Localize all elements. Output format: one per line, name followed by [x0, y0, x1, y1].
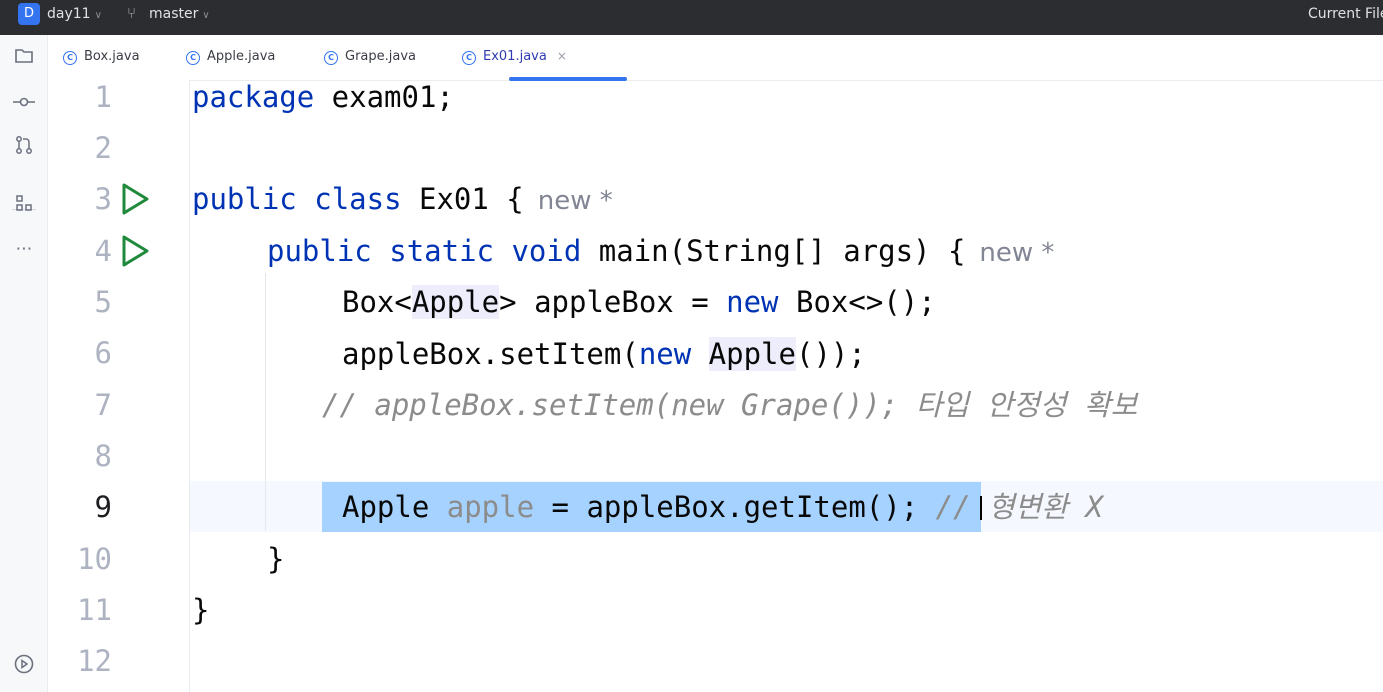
pull-request-icon[interactable]	[12, 135, 36, 159]
comment: // appleBox.setItem(new Grape()); 타입 안정성…	[322, 388, 1138, 422]
code-text: }	[267, 542, 285, 576]
author-hint[interactable]: new *	[538, 186, 613, 216]
author-hint[interactable]: new *	[979, 238, 1054, 268]
code-text: }	[192, 593, 210, 627]
chevron-down-icon: ∨	[202, 10, 210, 21]
tab-label: Box.java	[84, 49, 140, 64]
project-badge[interactable]: D	[18, 3, 40, 25]
editor-tabs: C Box.java C Apple.java C Grape.java C Ex01.…	[48, 35, 1383, 81]
run-icon[interactable]	[120, 234, 150, 268]
keyword: new	[726, 285, 779, 319]
line-number: 8	[94, 439, 112, 473]
branch-icon: ⑂	[127, 4, 137, 22]
branch-name: master	[149, 6, 199, 22]
tab-box-java[interactable]: C Box.java	[63, 49, 140, 73]
highlighted-usage: Apple	[708, 337, 796, 371]
code-text: appleBox.setItem(	[342, 337, 639, 371]
line-number: 10	[77, 542, 112, 576]
code-line-1[interactable]: package exam01;	[192, 77, 454, 117]
tab-label: Apple.java	[207, 49, 276, 64]
keyword: public	[192, 182, 297, 216]
code-line-7[interactable]: // appleBox.setItem(new Grape()); 타입 안정성…	[322, 385, 1137, 425]
code-text: > appleBox =	[499, 285, 727, 319]
text-caret	[980, 496, 982, 520]
code-text: main(String[] args) {	[581, 234, 966, 268]
close-icon[interactable]: ×	[557, 49, 567, 63]
line-number: 6	[94, 336, 112, 370]
class-icon: C	[186, 51, 200, 65]
tab-label: Grape.java	[345, 49, 417, 64]
line-number: 4	[94, 234, 112, 268]
branch-switcher[interactable]: master ∨	[149, 6, 210, 22]
active-tab-indicator	[509, 77, 627, 81]
project-switcher[interactable]: day11 ∨	[47, 6, 102, 22]
unused-variable: apple	[446, 490, 535, 524]
line-number: 3	[94, 182, 112, 216]
line-number: 12	[77, 644, 112, 678]
highlighted-usage: Apple	[411, 285, 500, 319]
tab-grape-java[interactable]: C Grape.java	[324, 49, 416, 73]
keyword: static	[389, 234, 494, 268]
indent-guide	[265, 273, 266, 531]
keyword: void	[511, 234, 582, 268]
keyword: new	[638, 337, 692, 371]
line-number: 9	[94, 490, 112, 524]
commit-icon[interactable]	[12, 91, 36, 115]
run-configuration-selector[interactable]: Current File	[1308, 6, 1383, 22]
keyword: class	[314, 182, 402, 216]
code-line-10[interactable]: }	[267, 539, 284, 579]
code-line-5[interactable]: Box<Apple> appleBox = new Box<>();	[342, 282, 936, 322]
tab-ex01-java[interactable]: C Ex01.java ×	[462, 49, 567, 73]
run-icon[interactable]	[120, 182, 150, 216]
comment: // 형변환 X	[935, 490, 1103, 524]
code-text: Ex01 {	[401, 182, 524, 216]
code-text: exam01;	[314, 80, 454, 114]
runnable-class-icon: C	[462, 51, 476, 65]
tab-label: Ex01.java	[483, 49, 547, 64]
line-number: 11	[77, 593, 112, 627]
code-line-4[interactable]: public static void main(String[] args) {…	[267, 231, 1054, 271]
structure-icon[interactable]	[12, 193, 36, 217]
run-services-icon[interactable]	[12, 653, 36, 677]
code-text: Box<	[342, 285, 412, 319]
tool-window-strip: ⋯	[0, 35, 48, 692]
line-number: 2	[94, 131, 112, 165]
tab-apple-java[interactable]: C Apple.java	[186, 49, 275, 73]
line-number: 7	[94, 388, 112, 422]
code-line-11[interactable]: }	[192, 590, 209, 630]
code-text: = appleBox.getItem();	[534, 490, 936, 524]
keyword: package	[192, 80, 315, 114]
line-number: 5	[94, 285, 112, 319]
code-line-9[interactable]: Apple apple = appleBox.getItem(); // 형변환…	[342, 487, 1103, 527]
code-line-3[interactable]: public class Ex01 { new *	[192, 179, 613, 219]
title-bar: D day11 ∨ ⑂ master ∨ Current File	[0, 0, 1383, 35]
line-number: 1	[94, 80, 112, 114]
keyword: public	[267, 234, 372, 268]
code-line-6[interactable]: appleBox.setItem(new Apple());	[342, 334, 866, 374]
chevron-down-icon: ∨	[94, 10, 102, 21]
code-text: Apple	[342, 490, 447, 524]
project-name: day11	[47, 6, 91, 22]
folder-icon[interactable]	[12, 47, 36, 71]
class-icon: C	[324, 51, 338, 65]
class-icon: C	[63, 51, 77, 65]
gutter-divider	[189, 80, 190, 692]
more-icon[interactable]: ⋯	[12, 237, 36, 261]
code-text: ());	[795, 337, 866, 371]
code-text: Box<>();	[778, 285, 936, 319]
line-number-gutter: 1 2 3 4 5 6 7 8 9 10 11 12	[48, 80, 189, 692]
